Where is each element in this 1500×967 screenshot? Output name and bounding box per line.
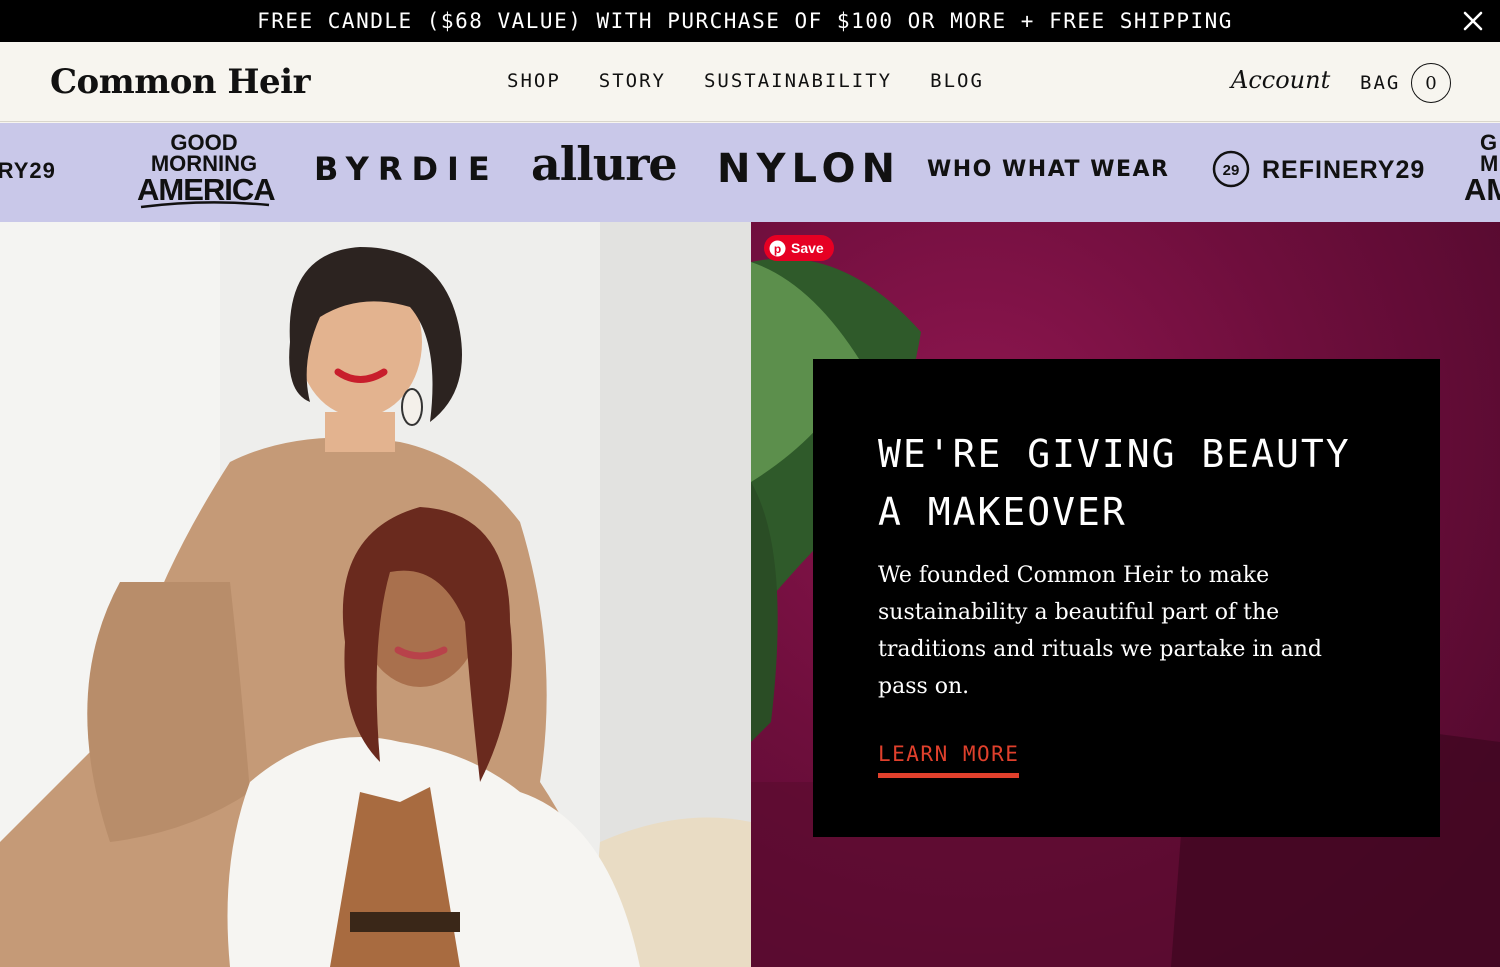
- founders-photo: [0, 222, 751, 967]
- svg-text:p: p: [774, 242, 781, 256]
- press-logo-refinery29-partial: ERY29: [0, 158, 56, 183]
- pinterest-save-label: Save: [791, 240, 824, 256]
- logo[interactable]: Common Heir: [50, 62, 311, 102]
- site-header: Common Heir SHOP STORY SUSTAINABILITY BL…: [0, 42, 1500, 122]
- founders-photo-illustration: [0, 222, 751, 967]
- nav-shop[interactable]: SHOP: [507, 70, 561, 92]
- bag-link[interactable]: BAG: [1360, 72, 1400, 94]
- press-logo-good-morning-america: GOOD MORNING AMERICA: [137, 132, 276, 205]
- press-logo-nylon: NYLON: [717, 146, 901, 192]
- refinery29-circle-icon: 29: [1212, 150, 1250, 188]
- press-logo-gma-partial: G M AM: [1464, 132, 1500, 207]
- press-logo-byrdie: BYRDIE: [314, 150, 499, 188]
- close-icon[interactable]: [1460, 8, 1486, 34]
- main-nav: SHOP STORY SUSTAINABILITY BLOG: [507, 70, 1022, 92]
- nav-sustainability[interactable]: SUSTAINABILITY: [704, 70, 892, 92]
- hero-body: We founded Common Heir to make sustainab…: [878, 563, 1322, 699]
- svg-text:29: 29: [1223, 162, 1240, 179]
- announcement-text: FREE CANDLE ($68 VALUE) WITH PURCHASE OF…: [257, 9, 1233, 33]
- gma-swoosh-icon: [140, 201, 270, 209]
- press-logo-refinery29: REFINERY29: [1262, 156, 1426, 184]
- nav-story[interactable]: STORY: [599, 70, 666, 92]
- press-logos-strip: ERY29 GOOD MORNING AMERICA BYRDIE allure…: [0, 123, 1500, 222]
- press-logo-who-what-wear: WHO WHAT WEAR: [927, 157, 1170, 182]
- announcement-bar: FREE CANDLE ($68 VALUE) WITH PURCHASE OF…: [0, 0, 1500, 42]
- pinterest-icon: p: [769, 240, 786, 256]
- press-logo-allure: allure: [531, 137, 678, 191]
- bag-count-badge[interactable]: 0: [1411, 63, 1451, 103]
- pinterest-save-button[interactable]: p Save: [764, 235, 834, 261]
- learn-more-link[interactable]: LEARN MORE: [878, 742, 1020, 778]
- nav-blog[interactable]: BLOG: [930, 70, 984, 92]
- hero-title: WE'RE GIVING BEAUTY A MAKEOVER: [878, 432, 1351, 534]
- account-link[interactable]: Account: [1231, 66, 1330, 94]
- gma-partial-line-3: AM: [1464, 171, 1500, 207]
- hero-card: WE'RE GIVING BEAUTY A MAKEOVER We founde…: [813, 359, 1440, 837]
